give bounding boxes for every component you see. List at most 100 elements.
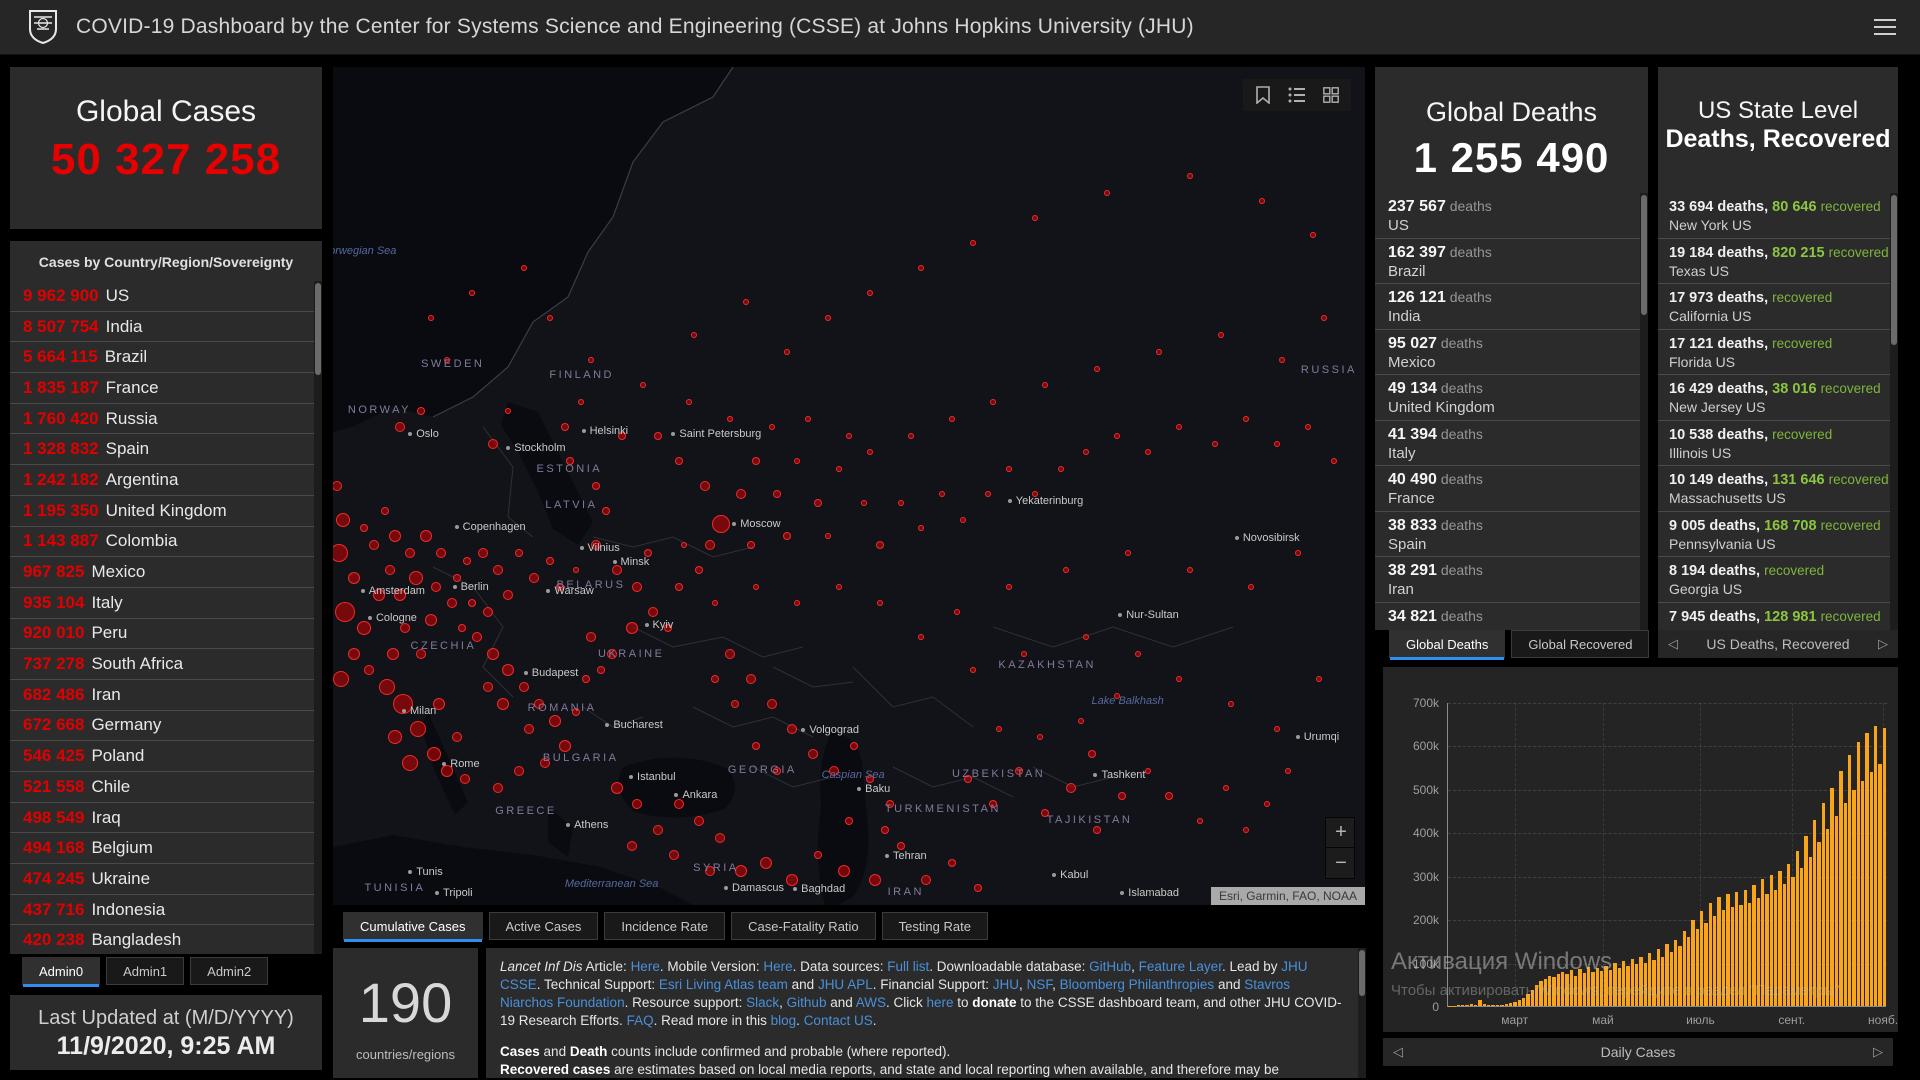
- table-row[interactable]: 19 184 deaths, 820 215 recovered Texas US: [1658, 239, 1898, 284]
- case-cluster-dot[interactable]: [1087, 750, 1096, 759]
- case-cluster-dot[interactable]: [486, 647, 499, 660]
- table-row[interactable]: 38 291 deaths Iran: [1375, 557, 1648, 603]
- table-row[interactable]: 935 104 Italy: [10, 588, 322, 619]
- case-cluster-dot[interactable]: [731, 699, 740, 708]
- case-cluster-dot[interactable]: [742, 298, 749, 305]
- case-cluster-dot[interactable]: [985, 491, 992, 498]
- tab-case-fatality-ratio[interactable]: Case-Fatality Ratio: [731, 912, 876, 940]
- case-cluster-dot[interactable]: [1263, 801, 1270, 808]
- case-cluster-dot[interactable]: [458, 624, 466, 633]
- daily-cases-bar[interactable]: [1574, 975, 1578, 1006]
- case-cluster-dot[interactable]: [388, 530, 401, 543]
- daily-cases-bar[interactable]: [1856, 741, 1860, 1006]
- cases-scrollbar[interactable]: [314, 281, 322, 954]
- daily-cases-bar[interactable]: [1760, 879, 1765, 1006]
- case-cluster-dot[interactable]: [333, 670, 350, 687]
- case-cluster-dot[interactable]: [907, 432, 914, 439]
- case-cluster-dot[interactable]: [949, 415, 956, 422]
- table-row[interactable]: 162 397 deaths Brazil: [1375, 239, 1648, 284]
- case-cluster-dot[interactable]: [896, 842, 905, 851]
- table-row[interactable]: 420 238 Bangladesh: [10, 925, 322, 954]
- credits-link[interactable]: Feature Layer: [1139, 959, 1222, 974]
- case-cluster-dot[interactable]: [477, 548, 488, 559]
- daily-cases-bar[interactable]: [1543, 978, 1547, 1006]
- world-map[interactable]: SWEDEN FINLAND NORWAY ESTONIA LATVIA BELARUS U…: [333, 67, 1365, 905]
- daily-cases-bar[interactable]: [1800, 867, 1804, 1006]
- case-cluster-dot[interactable]: [876, 600, 883, 607]
- table-row[interactable]: 1 195 350 United Kingdom: [10, 496, 322, 527]
- case-cluster-dot[interactable]: [990, 399, 997, 406]
- case-cluster-dot[interactable]: [545, 557, 554, 566]
- case-cluster-dot[interactable]: [1057, 466, 1064, 473]
- case-cluster-dot[interactable]: [835, 466, 842, 473]
- tab-incidence-rate[interactable]: Incidence Rate: [604, 912, 726, 940]
- case-cluster-dot[interactable]: [626, 622, 639, 635]
- case-cluster-dot[interactable]: [1227, 700, 1234, 707]
- daily-cases-bar[interactable]: [1526, 994, 1530, 1006]
- table-row[interactable]: 672 668 Germany: [10, 711, 322, 742]
- case-cluster-dot[interactable]: [814, 850, 823, 859]
- table-row[interactable]: 1 835 187 France: [10, 373, 322, 404]
- daily-cases-bar[interactable]: [1791, 876, 1795, 1006]
- case-cluster-dot[interactable]: [918, 633, 925, 640]
- daily-cases-bar[interactable]: [1817, 841, 1821, 1006]
- case-cluster-dot[interactable]: [602, 507, 611, 516]
- case-cluster-dot[interactable]: [772, 490, 781, 499]
- case-cluster-dot[interactable]: [514, 549, 523, 558]
- case-cluster-dot[interactable]: [378, 679, 395, 696]
- daily-cases-bar[interactable]: [1513, 1002, 1517, 1006]
- case-cluster-dot[interactable]: [347, 647, 360, 660]
- case-cluster-dot[interactable]: [954, 608, 961, 615]
- case-cluster-dot[interactable]: [431, 581, 442, 592]
- case-cluster-dot[interactable]: [948, 859, 957, 868]
- case-cluster-dot[interactable]: [386, 647, 399, 660]
- case-cluster-dot[interactable]: [745, 673, 756, 684]
- case-cluster-dot[interactable]: [814, 498, 823, 507]
- next-arrow-icon[interactable]: ▷: [1868, 636, 1898, 652]
- tab-global-deaths[interactable]: Global Deaths: [1389, 630, 1506, 660]
- table-row[interactable]: 967 825 Mexico: [10, 557, 322, 588]
- daily-cases-bar[interactable]: [1765, 893, 1769, 1006]
- case-cluster-dot[interactable]: [1310, 231, 1317, 238]
- case-cluster-dot[interactable]: [768, 424, 775, 431]
- case-cluster-dot[interactable]: [1164, 792, 1173, 801]
- case-cluster-dot[interactable]: [359, 523, 368, 532]
- daily-cases-bar[interactable]: [1691, 920, 1695, 1006]
- case-cluster-dot[interactable]: [493, 782, 504, 793]
- case-cluster-dot[interactable]: [875, 540, 884, 549]
- case-cluster-dot[interactable]: [384, 564, 395, 575]
- daily-cases-bar[interactable]: [1674, 940, 1678, 1006]
- case-cluster-dot[interactable]: [725, 648, 736, 659]
- daily-cases-bar[interactable]: [1652, 959, 1656, 1006]
- case-cluster-dot[interactable]: [752, 456, 761, 465]
- case-cluster-dot[interactable]: [520, 265, 527, 272]
- daily-cases-bar[interactable]: [1743, 889, 1747, 1006]
- table-row[interactable]: 498 549 Iraq: [10, 803, 322, 834]
- case-cluster-dot[interactable]: [364, 665, 375, 676]
- table-row[interactable]: 474 245 Ukraine: [10, 864, 322, 895]
- case-cluster-dot[interactable]: [639, 382, 646, 389]
- case-cluster-dot[interactable]: [482, 606, 493, 617]
- table-row[interactable]: 9 005 deaths, 168 708 recovered Pennsylva…: [1658, 512, 1898, 557]
- daily-cases-bar[interactable]: [1787, 863, 1791, 1006]
- case-cluster-dot[interactable]: [505, 407, 512, 414]
- credits-link[interactable]: FAQ: [627, 1013, 654, 1028]
- case-cluster-dot[interactable]: [1036, 734, 1043, 741]
- table-row[interactable]: 7 945 deaths, 128 981 recoveredMichigan …: [1658, 603, 1898, 631]
- case-cluster-dot[interactable]: [695, 565, 704, 574]
- case-cluster-dot[interactable]: [419, 530, 432, 543]
- table-row[interactable]: 237 567 deaths US: [1375, 193, 1648, 239]
- daily-cases-bar[interactable]: [1600, 971, 1604, 1006]
- daily-cases-bar[interactable]: [1582, 973, 1587, 1006]
- daily-cases-bar[interactable]: [1687, 937, 1691, 1006]
- case-cluster-dot[interactable]: [711, 600, 718, 607]
- basemap-grid-icon[interactable]: [1319, 83, 1343, 107]
- case-cluster-dot[interactable]: [632, 581, 643, 592]
- case-cluster-dot[interactable]: [482, 682, 493, 693]
- case-cluster-dot[interactable]: [1186, 172, 1193, 179]
- case-cluster-dot[interactable]: [503, 589, 514, 600]
- case-cluster-dot[interactable]: [921, 874, 932, 885]
- case-cluster-dot[interactable]: [783, 532, 792, 541]
- case-cluster-dot[interactable]: [753, 583, 760, 590]
- table-row[interactable]: 682 486 Iran: [10, 680, 322, 711]
